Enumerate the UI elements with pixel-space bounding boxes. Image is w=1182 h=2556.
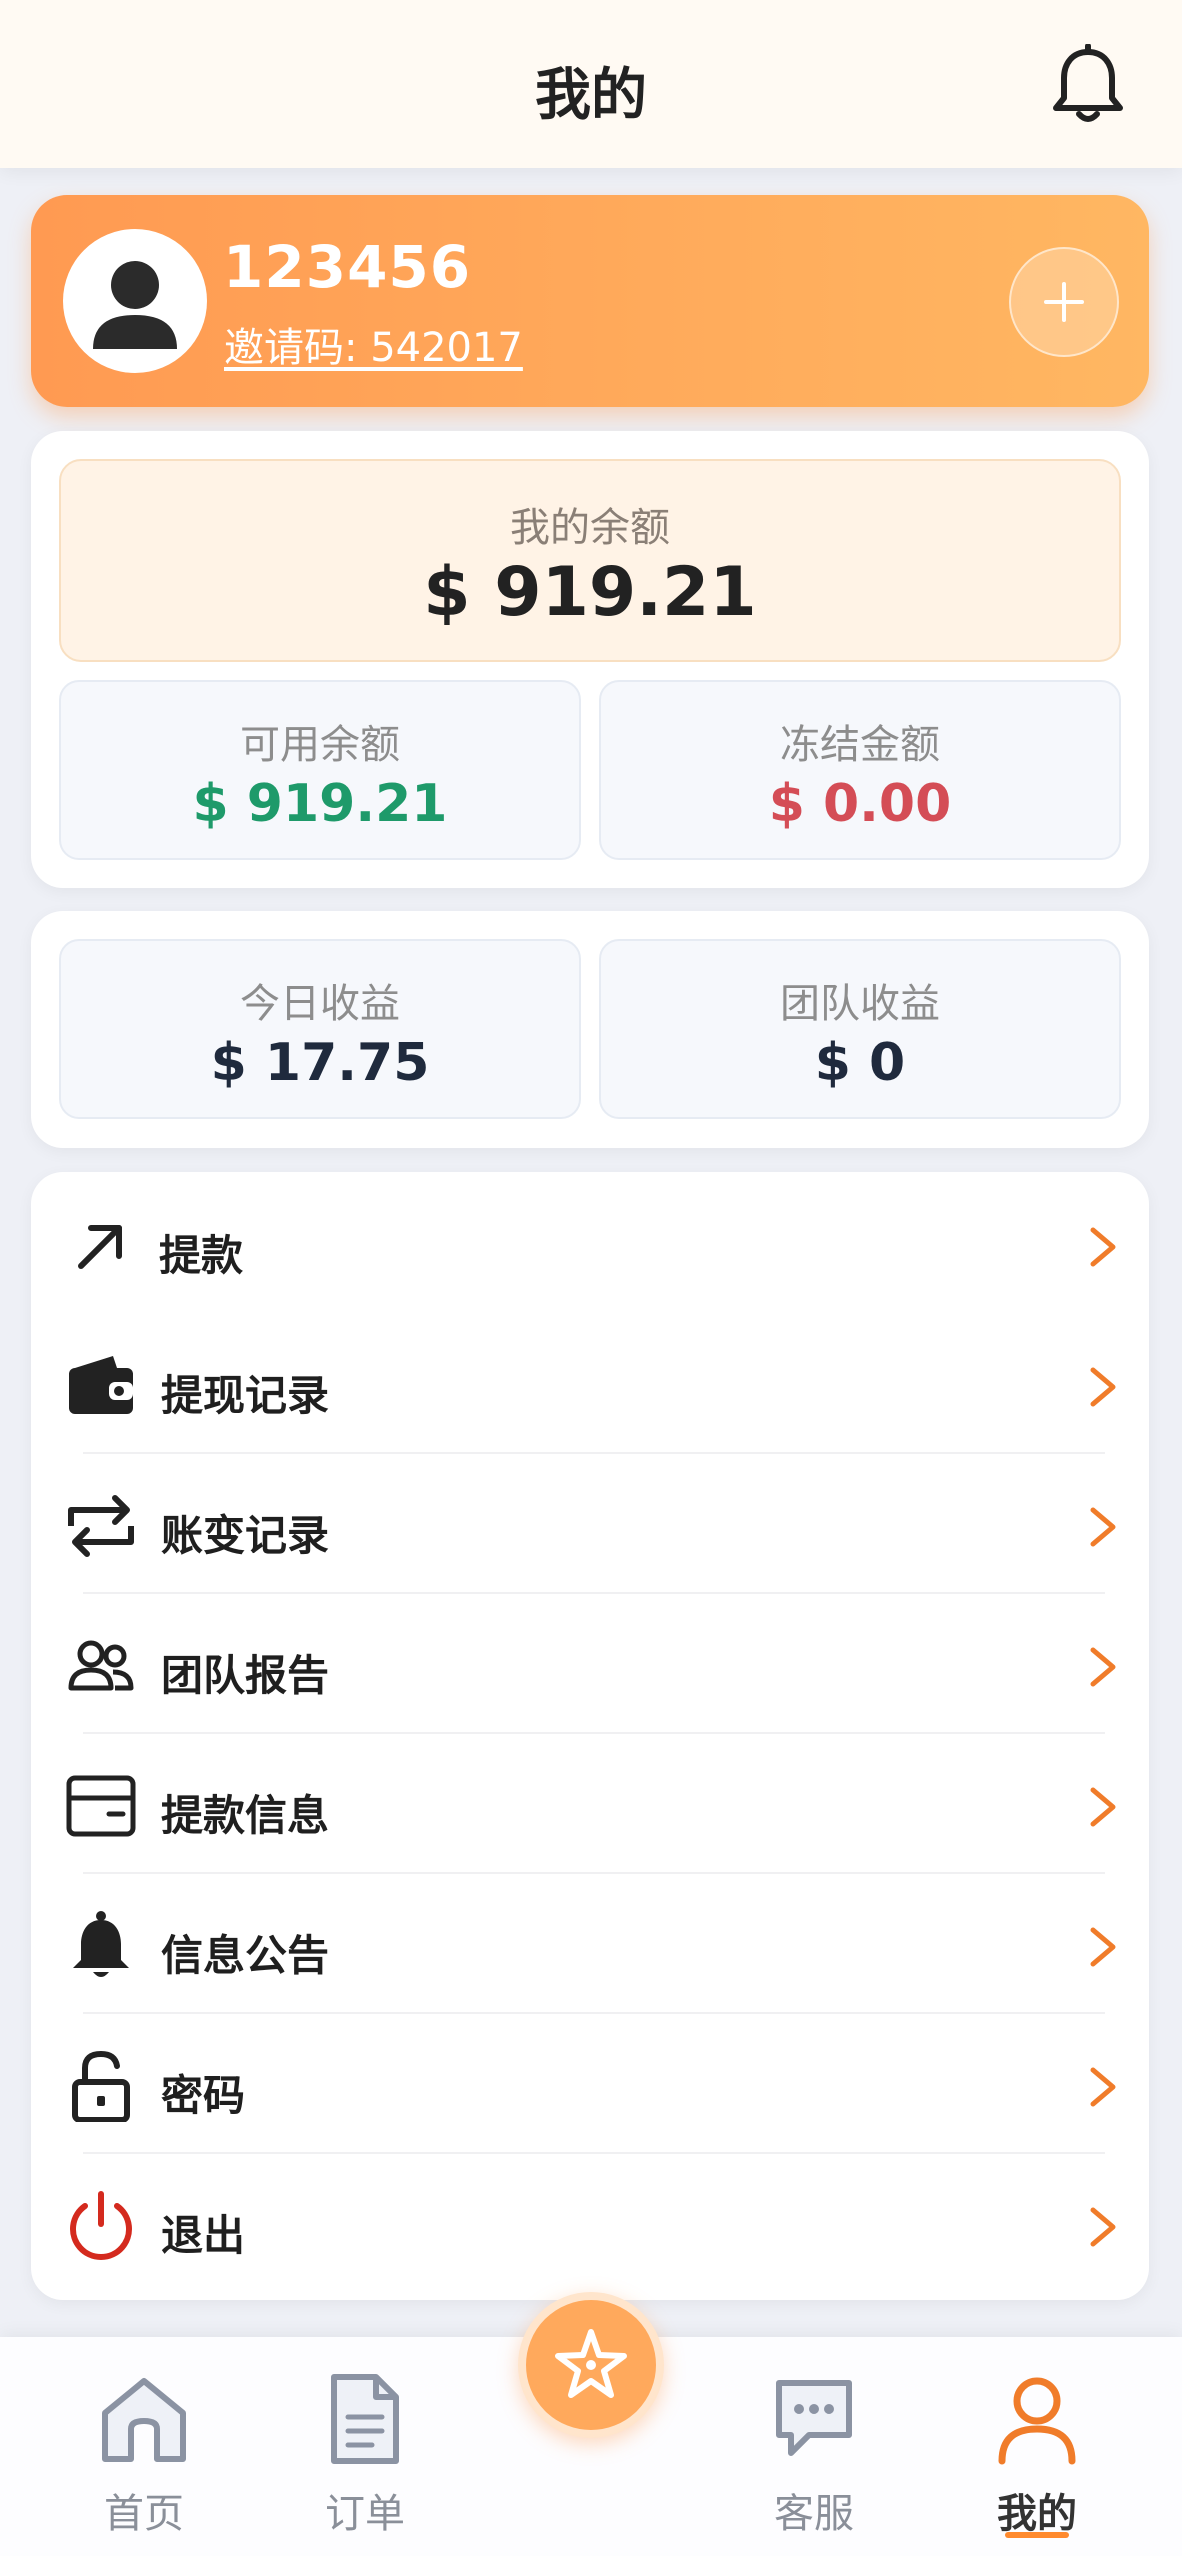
- arrow-up-right-icon: [65, 1210, 137, 1282]
- menu-item-withdraw[interactable]: 提款: [31, 1178, 1149, 1318]
- star-icon: [555, 2329, 627, 2398]
- today-earnings-value: $ 17.75: [210, 1033, 430, 1093]
- available-balance-label: 可用余额: [240, 722, 400, 768]
- frozen-balance-box: 冻结金额 $ 0.00: [599, 680, 1121, 860]
- home-icon: [99, 2371, 189, 2467]
- menu-item-logout[interactable]: 退出: [31, 2158, 1149, 2298]
- menu-item-withdraw-info[interactable]: 提款信息: [31, 1738, 1149, 1878]
- card-icon: [65, 1770, 137, 1842]
- team-earnings-value: $ 0: [814, 1033, 906, 1093]
- menu-item-label: 提款: [159, 1231, 244, 1280]
- divider: [83, 1452, 1105, 1454]
- menu-item-label: 账变记录: [161, 1511, 330, 1560]
- menu-item-label: 信息公告: [161, 1931, 330, 1980]
- earnings-card: 今日收益 $ 17.75 团队收益 $ 0: [31, 911, 1149, 1148]
- power-icon: [65, 2190, 137, 2262]
- add-button[interactable]: [1009, 247, 1119, 357]
- menu-item-label: 团队报告: [161, 1651, 330, 1700]
- nav-item-customer-service[interactable]: 客服: [724, 2337, 904, 2556]
- nav-item-home[interactable]: 首页: [54, 2337, 234, 2556]
- frozen-balance-value: $ 0.00: [768, 774, 952, 834]
- chevron-right-icon: [1083, 1362, 1123, 1412]
- available-balance-value: $ 919.21: [192, 774, 448, 834]
- username: 123456: [223, 233, 472, 301]
- lock-icon: [65, 2050, 137, 2123]
- team-earnings-box: 团队收益 $ 0: [599, 939, 1121, 1119]
- menu-item-team-report[interactable]: 团队报告: [31, 1598, 1149, 1738]
- top-header: 我的: [0, 0, 1182, 168]
- chevron-right-icon: [1083, 2062, 1123, 2112]
- today-earnings-label: 今日收益: [240, 981, 400, 1027]
- invite-code-link[interactable]: 邀请码: 542017: [224, 315, 523, 373]
- total-balance-box: 我的余额 $ 919.21: [59, 459, 1121, 662]
- chevron-right-icon: [1083, 1222, 1123, 1272]
- divider: [83, 2012, 1105, 2014]
- available-balance-box: 可用余额 $ 919.21: [59, 680, 581, 860]
- divider: [83, 1732, 1105, 1734]
- chat-icon: [769, 2371, 859, 2467]
- menu-item-password[interactable]: 密码: [31, 2018, 1149, 2158]
- total-balance-value: $ 919.21: [423, 553, 757, 632]
- today-earnings-box: 今日收益 $ 17.75: [59, 939, 581, 1119]
- menu-item-withdraw-records[interactable]: 提现记录: [31, 1318, 1149, 1458]
- chevron-right-icon: [1083, 1922, 1123, 1972]
- total-balance-label: 我的余额: [510, 505, 670, 551]
- bell-icon: [65, 1910, 137, 1982]
- balance-card: 我的余额 $ 919.21 可用余额 $ 919.21 冻结金额 $ 0.00: [31, 431, 1149, 888]
- document-icon: [320, 2371, 410, 2467]
- menu-item-label: 退出: [161, 2211, 246, 2260]
- menu-card: 提款 提现记录 账变记录 团队报告 提款信息 信息公告 密码 退出: [31, 1172, 1149, 2300]
- menu-item-announcements[interactable]: 信息公告: [31, 1878, 1149, 2018]
- chevron-right-icon: [1083, 1642, 1123, 1692]
- active-tab-indicator: [1005, 2532, 1069, 2538]
- profile-card: 123456 邀请码: 542017: [31, 195, 1149, 407]
- center-star-button[interactable]: [518, 2292, 664, 2438]
- menu-item-account-records[interactable]: 账变记录: [31, 1458, 1149, 1598]
- chevron-right-icon: [1083, 1782, 1123, 1832]
- nav-item-label: 订单: [325, 2491, 405, 2537]
- nav-item-label: 首页: [104, 2491, 184, 2537]
- menu-item-label: 提现记录: [161, 1371, 330, 1420]
- menu-item-label: 密码: [161, 2071, 246, 2120]
- nav-item-mine[interactable]: 我的: [947, 2337, 1127, 2556]
- nav-item-label: 客服: [774, 2491, 854, 2537]
- plus-icon: [1044, 282, 1084, 322]
- notification-bell-icon[interactable]: [1048, 43, 1128, 128]
- nav-item-label: 我的: [997, 2491, 1077, 2537]
- divider: [83, 1592, 1105, 1594]
- nav-item-orders[interactable]: 订单: [275, 2337, 455, 2556]
- chevron-right-icon: [1083, 2202, 1123, 2252]
- user-avatar-icon: [93, 261, 177, 349]
- user-icon: [992, 2371, 1082, 2467]
- menu-item-label: 提款信息: [161, 1791, 330, 1840]
- users-icon: [65, 1630, 137, 1702]
- avatar[interactable]: [63, 229, 207, 373]
- divider: [83, 1872, 1105, 1874]
- exchange-icon: [65, 1490, 137, 1562]
- frozen-balance-label: 冻结金额: [780, 722, 940, 768]
- team-earnings-label: 团队收益: [780, 981, 940, 1027]
- wallet-icon: [65, 1350, 137, 1422]
- divider: [83, 2152, 1105, 2154]
- page-title: 我的: [535, 63, 647, 128]
- chevron-right-icon: [1083, 1502, 1123, 1552]
